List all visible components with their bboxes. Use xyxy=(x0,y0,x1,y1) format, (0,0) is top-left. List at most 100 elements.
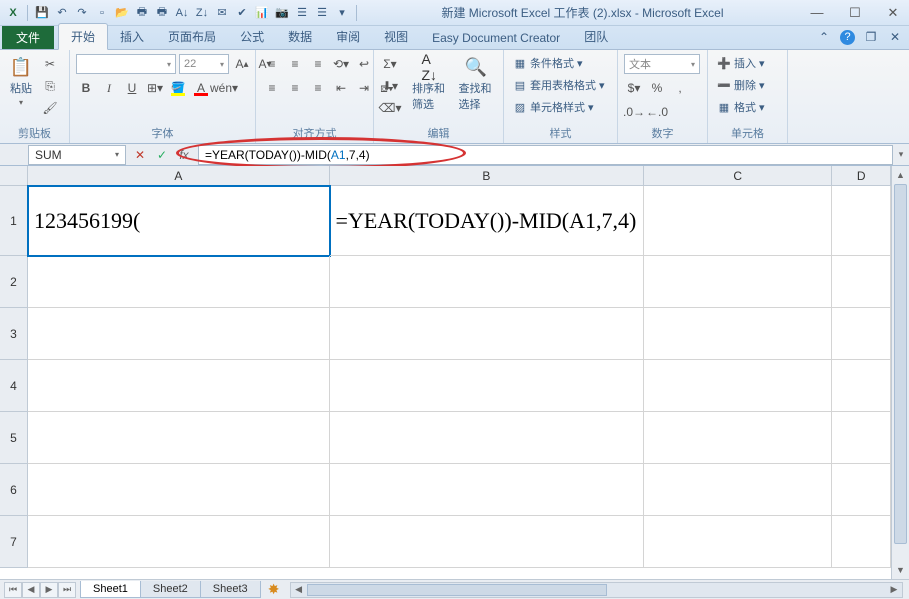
dropdown-icon[interactable]: ▾ xyxy=(333,4,351,22)
email-icon[interactable]: ✉ xyxy=(213,4,231,22)
cell-D3[interactable] xyxy=(832,308,891,360)
cell-B3[interactable] xyxy=(330,308,644,360)
name-box-dropdown-icon[interactable]: ▾ xyxy=(115,150,119,159)
cell-A6[interactable] xyxy=(28,464,330,516)
tab-data[interactable]: 数据 xyxy=(276,24,324,49)
comma-icon[interactable]: , xyxy=(670,78,690,98)
underline-button[interactable]: U xyxy=(122,78,142,98)
fill-icon[interactable]: ⬇▾ xyxy=(380,76,400,96)
italic-button[interactable]: I xyxy=(99,78,119,98)
col-header-C[interactable]: C xyxy=(644,166,832,186)
quick-print-icon[interactable]: 🖶 xyxy=(153,4,171,22)
scroll-left-icon[interactable]: ◀ xyxy=(291,583,307,597)
cell-A7[interactable] xyxy=(28,516,330,568)
col-header-A[interactable]: A xyxy=(28,166,330,186)
cell-A5[interactable] xyxy=(28,412,330,464)
sheet-tab-3[interactable]: Sheet3 xyxy=(200,581,261,598)
cell-C6[interactable] xyxy=(644,464,832,516)
close-workbook-icon[interactable]: ✕ xyxy=(887,29,903,45)
percent-icon[interactable]: % xyxy=(647,78,667,98)
vertical-scrollbar[interactable]: ▲ ▼ xyxy=(891,166,909,579)
currency-icon[interactable]: $▾ xyxy=(624,78,644,98)
orientation-icon[interactable]: ⟲▾ xyxy=(331,54,351,74)
scroll-down-icon[interactable]: ▼ xyxy=(892,561,909,579)
expand-formula-bar-icon[interactable]: ▾ xyxy=(893,149,909,160)
select-all-corner[interactable] xyxy=(0,166,28,186)
cell-B5[interactable] xyxy=(330,412,644,464)
cell-C7[interactable] xyxy=(644,516,832,568)
copy-icon[interactable]: ⎘ xyxy=(40,76,60,96)
sheet-nav-next-icon[interactable]: ▶ xyxy=(40,582,58,598)
wrap-text-icon[interactable]: ↩ xyxy=(354,54,374,74)
cell-C4[interactable] xyxy=(644,360,832,412)
tab-view[interactable]: 视图 xyxy=(372,24,420,49)
paste-button[interactable]: 📋 粘贴 ▾ xyxy=(6,54,36,109)
row-header-1[interactable]: 1 xyxy=(0,186,28,256)
minimize-ribbon-icon[interactable]: ⌃ xyxy=(816,29,832,45)
undo-icon[interactable]: ↶ xyxy=(53,4,71,22)
sheet-tab-1[interactable]: Sheet1 xyxy=(80,581,141,598)
row-header-4[interactable]: 4 xyxy=(0,360,28,412)
minimize-button[interactable]: — xyxy=(805,4,829,22)
tab-home[interactable]: 开始 xyxy=(58,23,108,50)
new-sheet-icon[interactable]: ✸ xyxy=(264,581,284,598)
cell-C1[interactable] xyxy=(644,186,832,256)
format-painter-icon[interactable]: 🖌 xyxy=(40,98,60,118)
cell-B1[interactable]: =YEAR(TODAY())-MID(A1,7,4) xyxy=(330,186,644,256)
decrease-decimal-icon[interactable]: ←.0 xyxy=(647,102,667,122)
align-right-icon[interactable]: ≡ xyxy=(308,78,328,98)
cell-D6[interactable] xyxy=(832,464,891,516)
close-button[interactable]: ✕ xyxy=(881,4,905,22)
align-left-icon[interactable]: ≡ xyxy=(262,78,282,98)
formula-input[interactable]: =YEAR(TODAY())-MID(A1,7,4) xyxy=(198,145,893,165)
sort-filter-button[interactable]: AZ↓ 排序和筛选 xyxy=(408,54,451,114)
cell-D5[interactable] xyxy=(832,412,891,464)
cell-D1[interactable] xyxy=(832,186,891,256)
tab-easy-document-creator[interactable]: Easy Document Creator xyxy=(420,27,572,49)
row-header-2[interactable]: 2 xyxy=(0,256,28,308)
save-icon[interactable]: 💾 xyxy=(33,4,51,22)
cell-styles-button[interactable]: ▨单元格样式▾ xyxy=(510,98,597,116)
phonetic-icon[interactable]: wén▾ xyxy=(214,78,234,98)
spell-icon[interactable]: ✔ xyxy=(233,4,251,22)
enter-formula-icon[interactable]: ✓ xyxy=(154,147,170,163)
cell-D4[interactable] xyxy=(832,360,891,412)
col-header-D[interactable]: D xyxy=(832,166,891,186)
cell-A1[interactable]: 123456199( xyxy=(28,186,330,256)
delete-cells-button[interactable]: ➖删除▾ xyxy=(714,76,768,94)
increase-decimal-icon[interactable]: .0→ xyxy=(624,102,644,122)
bold-button[interactable]: B xyxy=(76,78,96,98)
horizontal-scrollbar[interactable]: ◀ ▶ xyxy=(290,582,903,598)
align-top-icon[interactable]: ≡ xyxy=(262,54,282,74)
vertical-scroll-thumb[interactable] xyxy=(894,184,907,544)
align-middle-icon[interactable]: ≡ xyxy=(285,54,305,74)
cut-icon[interactable]: ✂ xyxy=(40,54,60,74)
tab-review[interactable]: 审阅 xyxy=(324,24,372,49)
restore-window-icon[interactable]: ❐ xyxy=(863,29,879,45)
filter-icon[interactable]: ☰ xyxy=(313,4,331,22)
tab-insert[interactable]: 插入 xyxy=(108,24,156,49)
cell-C3[interactable] xyxy=(644,308,832,360)
camera-icon[interactable]: 📷 xyxy=(273,4,291,22)
sort-asc-icon[interactable]: A↓ xyxy=(173,4,191,22)
align-bottom-icon[interactable]: ≡ xyxy=(308,54,328,74)
scroll-right-icon[interactable]: ▶ xyxy=(886,583,902,597)
tab-team[interactable]: 团队 xyxy=(572,24,620,49)
cell-B2[interactable] xyxy=(330,256,644,308)
cell-D7[interactable] xyxy=(832,516,891,568)
row-header-6[interactable]: 6 xyxy=(0,464,28,516)
cell-B4[interactable] xyxy=(330,360,644,412)
horizontal-scroll-thumb[interactable] xyxy=(307,584,607,596)
increase-font-icon[interactable]: A▴ xyxy=(232,54,252,74)
excel-icon[interactable]: X xyxy=(4,4,22,22)
print-preview-icon[interactable]: 🖶 xyxy=(133,4,151,22)
font-family-combo[interactable]: ▾ xyxy=(76,54,176,74)
fill-color-icon[interactable]: 🪣 xyxy=(168,78,188,98)
col-header-B[interactable]: B xyxy=(330,166,644,186)
clear-icon[interactable]: ⌫▾ xyxy=(380,98,400,118)
sheet-nav-prev-icon[interactable]: ◀ xyxy=(22,582,40,598)
cancel-formula-icon[interactable]: ✕ xyxy=(132,147,148,163)
sort-desc-icon[interactable]: Z↓ xyxy=(193,4,211,22)
cell-B6[interactable] xyxy=(330,464,644,516)
row-header-3[interactable]: 3 xyxy=(0,308,28,360)
